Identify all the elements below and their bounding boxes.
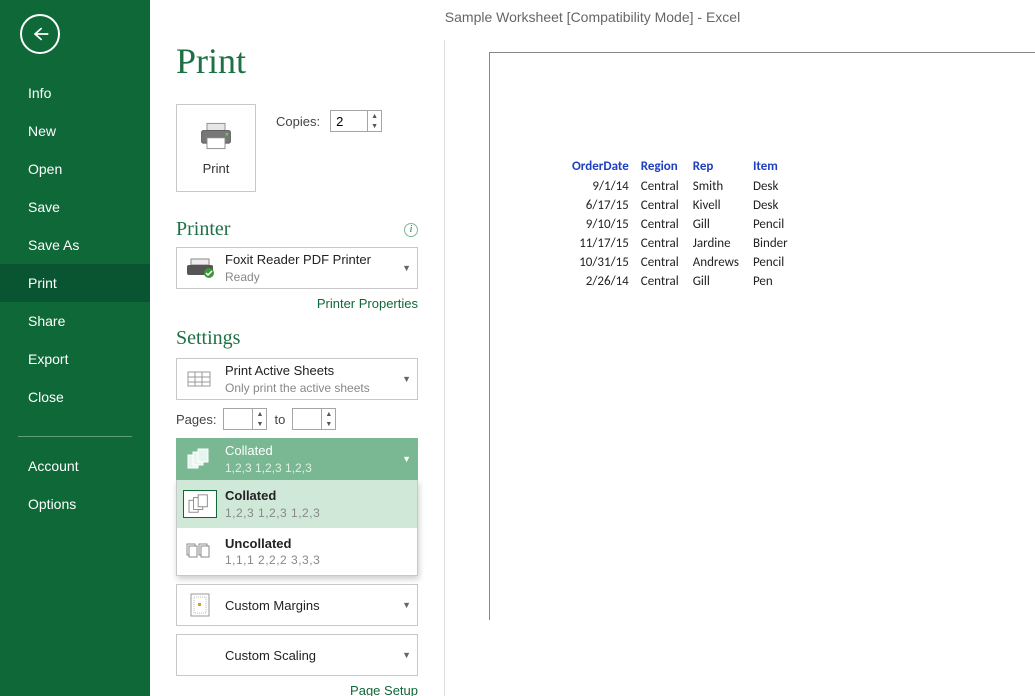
table-row: 10/31/15CentralAndrewsPencil xyxy=(566,254,794,271)
nav-export[interactable]: Export xyxy=(0,340,150,378)
nav-print[interactable]: Print xyxy=(0,264,150,302)
printer-small-icon xyxy=(185,257,215,279)
print-what-l1: Print Active Sheets xyxy=(225,362,394,380)
printer-section-title: Printer xyxy=(176,218,230,241)
nav-save-as[interactable]: Save As xyxy=(0,226,150,264)
collated-icon xyxy=(185,447,215,471)
chevron-down-icon: ▼ xyxy=(402,454,411,464)
table-row: 9/10/15CentralGillPencil xyxy=(566,216,794,233)
collation-selected-l1: Collated xyxy=(225,442,394,460)
pages-from-input[interactable] xyxy=(224,410,252,429)
preview-col-header: Rep xyxy=(687,159,745,176)
nav-info[interactable]: Info xyxy=(0,74,150,112)
chevron-down-icon: ▼ xyxy=(402,374,411,384)
table-row: 2/26/14CentralGillPen xyxy=(566,273,794,290)
pages-to-down[interactable]: ▼ xyxy=(322,419,335,429)
pages-to-spinner[interactable]: ▲▼ xyxy=(292,408,336,430)
nav-share[interactable]: Share xyxy=(0,302,150,340)
window-title: Sample Worksheet [Compatibility Mode] - … xyxy=(150,0,1035,34)
preview-table: OrderDateRegionRepItem 9/1/14CentralSmit… xyxy=(564,157,796,292)
preview-page: OrderDateRegionRepItem 9/1/14CentralSmit… xyxy=(489,52,1035,620)
sheets-icon xyxy=(185,368,215,390)
printer-info-icon[interactable]: i xyxy=(404,223,418,237)
pages-to-label: to xyxy=(274,412,285,427)
collation-option-uncollated[interactable]: Uncollated 1,1,1 2,2,2 3,3,3 xyxy=(177,528,417,576)
collated-icon xyxy=(186,493,214,515)
margins-dropdown[interactable]: Custom Margins ▼ xyxy=(176,584,418,626)
page-heading: Print xyxy=(176,40,418,82)
chevron-down-icon: ▼ xyxy=(402,650,411,660)
scaling-label: Custom Scaling xyxy=(225,647,394,665)
print-what-dropdown[interactable]: Print Active Sheets Only print the activ… xyxy=(176,358,418,400)
pages-from-up[interactable]: ▲ xyxy=(253,409,266,419)
print-button[interactable]: Print xyxy=(176,104,256,192)
pages-label: Pages: xyxy=(176,412,216,427)
table-row: 9/1/14CentralSmithDesk xyxy=(566,178,794,195)
print-what-l2: Only print the active sheets xyxy=(225,380,394,396)
page-setup-link[interactable]: Page Setup xyxy=(176,683,418,696)
scaling-dropdown[interactable]: Custom Scaling ▼ xyxy=(176,634,418,676)
uncollated-icon xyxy=(185,540,215,564)
printer-status: Ready xyxy=(225,269,394,285)
pages-to-input[interactable] xyxy=(293,410,321,429)
collation-opt1-l1: Uncollated xyxy=(225,535,411,553)
collation-opt0-l1: Collated xyxy=(225,487,411,505)
pages-to-up[interactable]: ▲ xyxy=(322,409,335,419)
nav-account[interactable]: Account xyxy=(0,447,150,485)
pages-from-spinner[interactable]: ▲▼ xyxy=(223,408,267,430)
table-row: 11/17/15CentralJardineBinder xyxy=(566,235,794,252)
pages-from-down[interactable]: ▼ xyxy=(253,419,266,429)
chevron-down-icon: ▼ xyxy=(402,600,411,610)
copies-down[interactable]: ▼ xyxy=(368,121,381,131)
settings-section-title: Settings xyxy=(176,327,418,350)
chevron-down-icon: ▼ xyxy=(402,263,411,273)
margins-icon xyxy=(188,592,212,618)
table-row: 6/17/15CentralKivellDesk xyxy=(566,197,794,214)
print-button-label: Print xyxy=(203,161,230,176)
backstage-sidebar: Info New Open Save Save As Print Share E… xyxy=(0,0,150,696)
nav-options[interactable]: Options xyxy=(0,485,150,523)
collation-selected-l2: 1,2,3 1,2,3 1,2,3 xyxy=(225,460,394,476)
margins-label: Custom Margins xyxy=(225,597,394,615)
copies-input[interactable] xyxy=(331,112,367,131)
back-arrow-icon xyxy=(30,24,50,44)
nav-new[interactable]: New xyxy=(0,112,150,150)
collation-opt0-l2: 1,2,3 1,2,3 1,2,3 xyxy=(225,505,411,521)
nav-open[interactable]: Open xyxy=(0,150,150,188)
preview-col-header: OrderDate xyxy=(566,159,633,176)
back-button[interactable] xyxy=(20,14,60,54)
collation-opt1-l2: 1,1,1 2,2,2 3,3,3 xyxy=(225,552,411,568)
preview-col-header: Region xyxy=(635,159,685,176)
copies-up[interactable]: ▲ xyxy=(368,111,381,121)
copies-label: Copies: xyxy=(276,114,320,129)
nav-save[interactable]: Save xyxy=(0,188,150,226)
preview-col-header: Item xyxy=(747,159,794,176)
printer-icon xyxy=(198,121,234,151)
printer-properties-link[interactable]: Printer Properties xyxy=(176,296,418,311)
nav-close[interactable]: Close xyxy=(0,378,150,416)
nav-divider xyxy=(18,436,132,437)
printer-dropdown[interactable]: Foxit Reader PDF Printer Ready ▼ xyxy=(176,247,418,289)
printer-name: Foxit Reader PDF Printer xyxy=(225,251,394,269)
collation-menu: Collated 1,2,3 1,2,3 1,2,3 xyxy=(176,480,418,576)
collation-dropdown[interactable]: Collated 1,2,3 1,2,3 1,2,3 ▼ xyxy=(176,438,418,480)
copies-spinner[interactable]: ▲ ▼ xyxy=(330,110,382,132)
collation-option-collated[interactable]: Collated 1,2,3 1,2,3 1,2,3 xyxy=(177,480,417,528)
print-preview: OrderDateRegionRepItem 9/1/14CentralSmit… xyxy=(445,34,1035,696)
